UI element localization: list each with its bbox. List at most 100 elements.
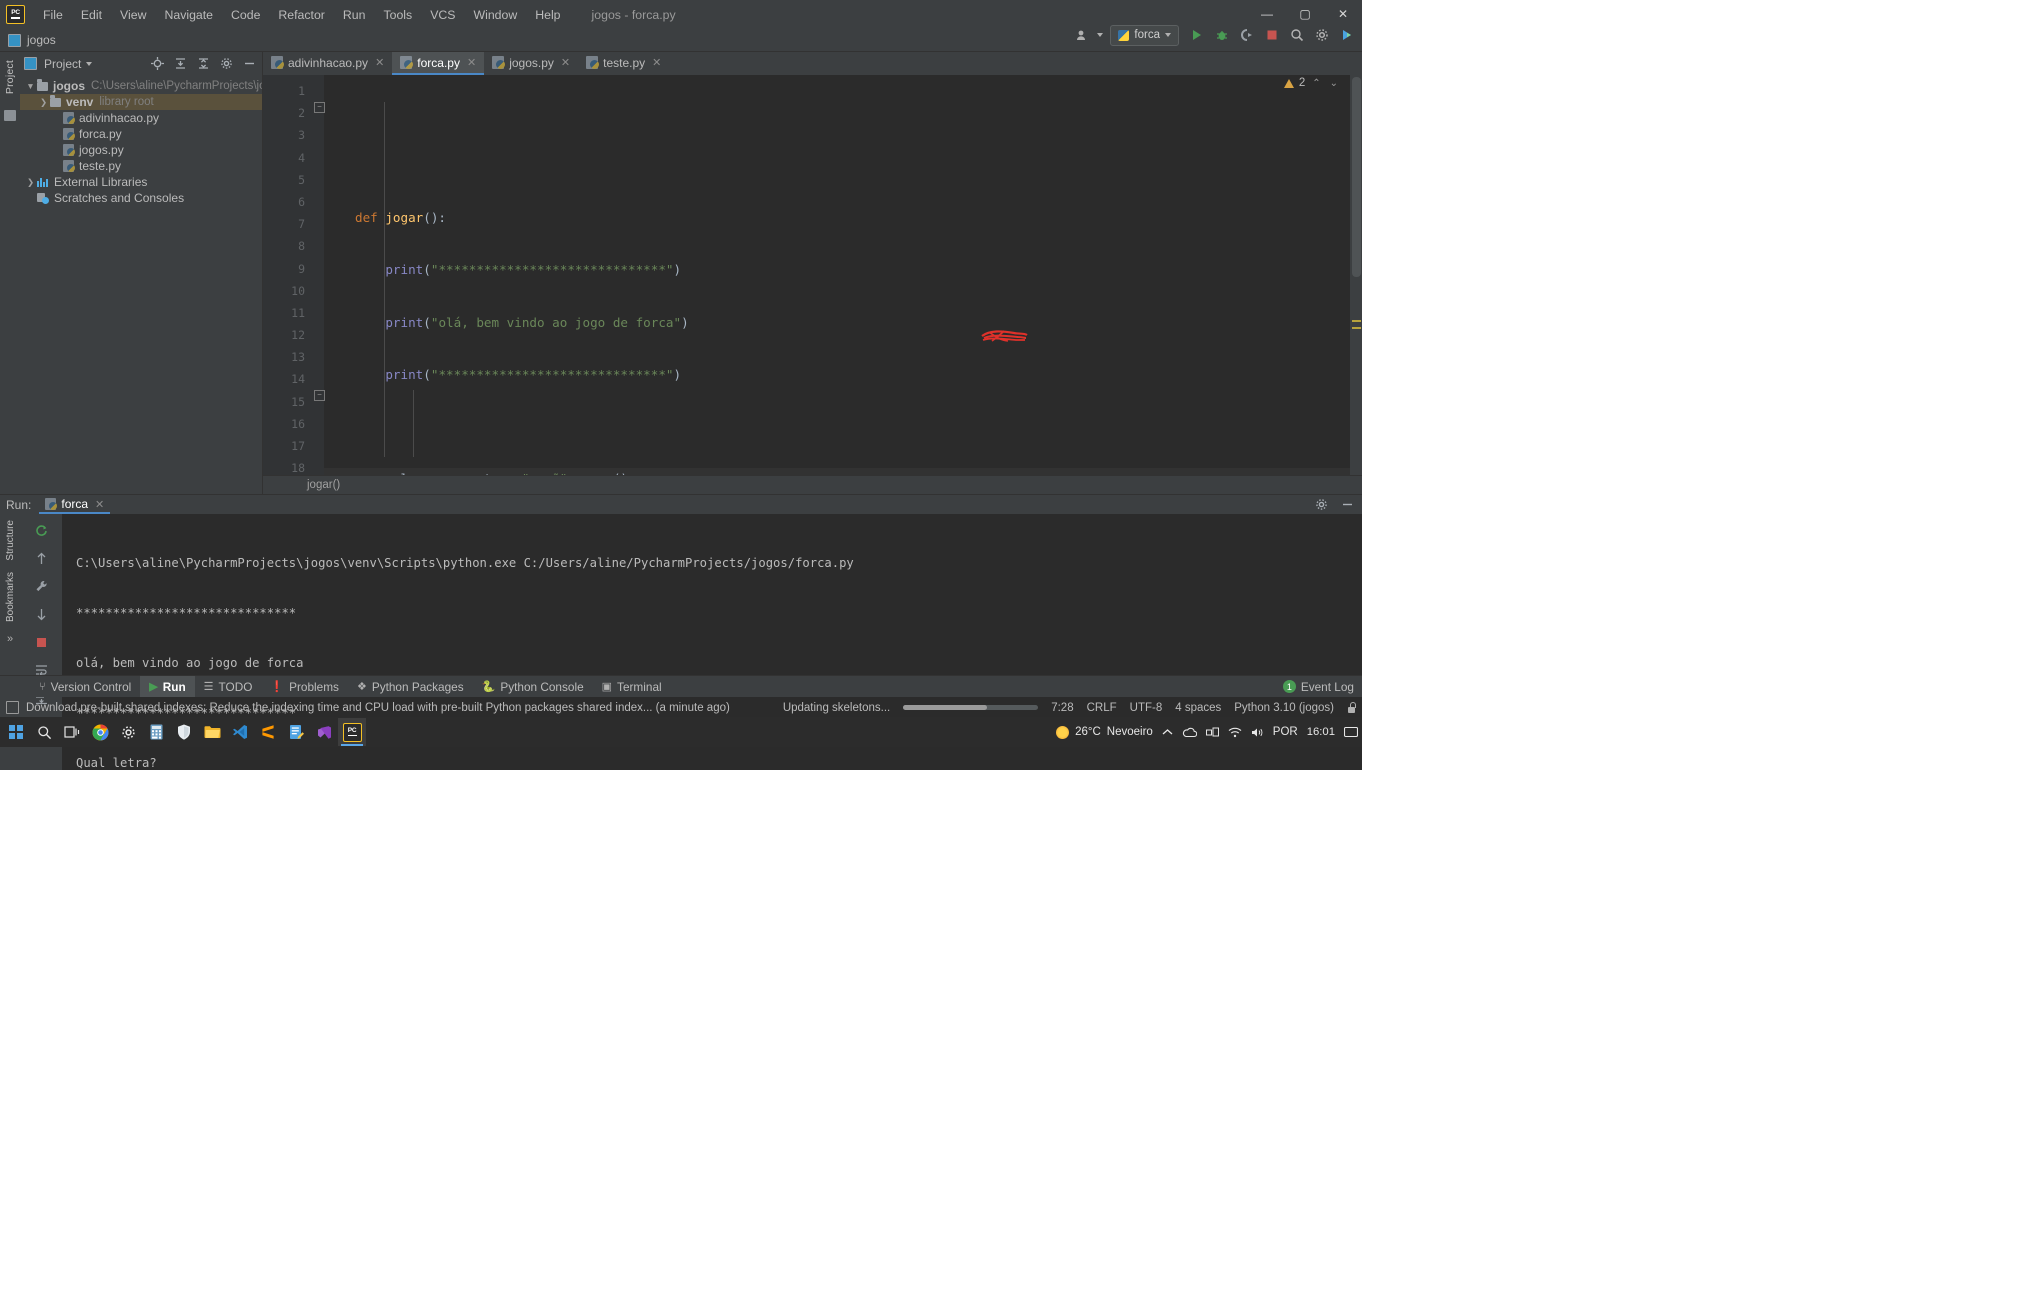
project-dropdown-icon[interactable] (86, 61, 93, 66)
tree-node-external-libraries[interactable]: ❯ External Libraries (20, 174, 262, 190)
run-button[interactable] (1186, 25, 1208, 45)
tree-node-jogos[interactable]: ▼ jogos C:\Users\aline\PycharmProjects\j… (20, 78, 262, 94)
tab-adivinhacao-py[interactable]: adivinhacao.py ✕ (263, 52, 392, 75)
weather-widget[interactable]: 26°C Nevoeiro (1056, 725, 1153, 739)
notification-icon[interactable] (1344, 726, 1358, 738)
sublime-icon[interactable] (254, 718, 282, 746)
menu-view[interactable]: View (111, 5, 155, 25)
rail-project-label[interactable]: Project (4, 60, 16, 94)
calculator-icon[interactable] (142, 718, 170, 746)
scroll-down-icon[interactable] (33, 606, 50, 622)
hide-panel-icon[interactable] (240, 55, 258, 73)
rail-folder-icon[interactable] (4, 110, 16, 122)
notepad-icon[interactable] (282, 718, 310, 746)
locate-icon[interactable] (148, 55, 166, 73)
caret-position[interactable]: 7:28 (1051, 702, 1073, 714)
chevron-up-icon[interactable]: ⌃ (1310, 78, 1322, 89)
debug-button[interactable] (1211, 25, 1233, 45)
tree-node-scratches[interactable]: Scratches and Consoles (20, 190, 262, 206)
tool-window-problems[interactable]: ❗ Problems (261, 676, 348, 697)
warning-mark[interactable] (1352, 327, 1361, 329)
menu-code[interactable]: Code (222, 5, 269, 25)
python-interpreter[interactable]: Python 3.10 (jogos) (1234, 702, 1334, 714)
rail-bookmarks-label[interactable]: Bookmarks (5, 572, 16, 622)
minimize-button[interactable]: — (1248, 0, 1286, 27)
menu-window[interactable]: Window (464, 5, 526, 25)
gear-icon[interactable] (1312, 496, 1330, 514)
menu-vcs[interactable]: VCS (421, 5, 464, 25)
tab-jogos-py[interactable]: jogos.py ✕ (484, 52, 578, 75)
maximize-button[interactable]: ▢ (1286, 0, 1324, 27)
search-icon[interactable] (30, 718, 58, 746)
close-icon[interactable]: ✕ (652, 56, 661, 69)
menu-navigate[interactable]: Navigate (155, 5, 222, 25)
expand-arrow-icon[interactable]: ▼ (24, 81, 37, 91)
start-icon[interactable] (2, 718, 30, 746)
rail-structure-label[interactable]: Structure (5, 520, 16, 561)
tab-teste-py[interactable]: teste.py ✕ (578, 52, 669, 75)
line-separator[interactable]: CRLF (1087, 702, 1117, 714)
breadcrumb-function[interactable]: jogar() (307, 479, 340, 491)
inspection-widget[interactable]: 2 ⌃ ⌄ (1283, 77, 1340, 89)
rerun-icon[interactable] (33, 522, 50, 538)
tool-window-todo[interactable]: ☰ TODO (195, 676, 262, 697)
avatar-dropdown-icon[interactable] (1097, 33, 1104, 37)
expand-all-icon[interactable] (171, 55, 189, 73)
code-editor[interactable]: 1 2 3 4 5 6 7 8 9 10 11 12 13 14 15 16 1 (263, 75, 1362, 475)
stop-icon[interactable] (33, 634, 50, 650)
run-tab-forca[interactable]: forca ✕ (39, 495, 111, 514)
settings-wrench-icon[interactable] (33, 578, 50, 594)
updates-icon[interactable] (1336, 25, 1358, 45)
run-configuration-selector[interactable]: forca (1110, 24, 1179, 46)
stop-button[interactable] (1261, 25, 1283, 45)
indent-setting[interactable]: 4 spaces (1175, 702, 1221, 714)
menu-run[interactable]: Run (334, 5, 375, 25)
project-panel-title[interactable]: Project (44, 57, 81, 71)
lock-icon[interactable] (1347, 702, 1356, 713)
file-encoding[interactable]: UTF-8 (1130, 702, 1163, 714)
tree-node-adivinhacao[interactable]: adivinhacao.py (20, 110, 262, 126)
breadcrumb-project[interactable]: jogos (27, 33, 56, 47)
close-icon[interactable]: ✕ (375, 56, 384, 69)
volume-icon[interactable] (1251, 727, 1264, 738)
search-icon[interactable] (1286, 25, 1308, 45)
tree-node-venv[interactable]: ❯ venv library root (20, 94, 262, 110)
tool-window-python-console[interactable]: 🐍 Python Console (473, 676, 593, 697)
menu-refactor[interactable]: Refactor (269, 5, 333, 25)
warning-mark[interactable] (1352, 320, 1361, 322)
expand-arrow-icon[interactable]: ❯ (37, 97, 50, 108)
tool-window-version-control[interactable]: ⑂ Version Control (30, 676, 140, 697)
task-view-icon[interactable] (58, 718, 86, 746)
status-message[interactable]: Download pre-built shared indexes: Reduc… (26, 702, 730, 714)
tab-forca-py[interactable]: forca.py ✕ (392, 52, 485, 75)
scrollbar-thumb[interactable] (1352, 77, 1361, 277)
onedrive-icon[interactable] (1182, 727, 1197, 738)
menu-tools[interactable]: Tools (374, 5, 421, 25)
tool-window-run[interactable]: ▶ Run (140, 676, 195, 697)
close-button[interactable]: ✕ (1324, 0, 1362, 27)
chevron-down-icon[interactable]: ⌄ (1328, 78, 1340, 89)
tree-node-teste[interactable]: teste.py (20, 158, 262, 174)
event-log-widget[interactable]: 1 Event Log (1282, 680, 1354, 694)
gear-icon[interactable] (1311, 25, 1333, 45)
security-icon[interactable] (170, 718, 198, 746)
tree-node-forca[interactable]: forca.py (20, 126, 262, 142)
expand-arrow-icon[interactable]: ❯ (24, 177, 37, 188)
tool-window-terminal[interactable]: ▣ Terminal (593, 676, 671, 697)
menu-help[interactable]: Help (526, 5, 569, 25)
tree-node-jogos-py[interactable]: jogos.py (20, 142, 262, 158)
coverage-button[interactable] (1236, 25, 1258, 45)
gear-icon[interactable] (217, 55, 235, 73)
collapse-all-icon[interactable] (194, 55, 212, 73)
pycharm-icon[interactable]: PC (338, 718, 366, 746)
wifi-icon[interactable] (1228, 727, 1242, 738)
chevron-up-icon[interactable] (1162, 728, 1173, 737)
hide-panel-icon[interactable] (1338, 496, 1356, 514)
settings-icon[interactable] (114, 718, 142, 746)
menu-edit[interactable]: Edit (72, 5, 111, 25)
menu-file[interactable]: File (34, 5, 72, 25)
close-icon[interactable]: ✕ (561, 56, 570, 69)
language-indicator[interactable]: POR (1273, 726, 1298, 738)
visualstudio-icon[interactable] (310, 718, 338, 746)
close-icon[interactable]: ✕ (467, 56, 476, 69)
